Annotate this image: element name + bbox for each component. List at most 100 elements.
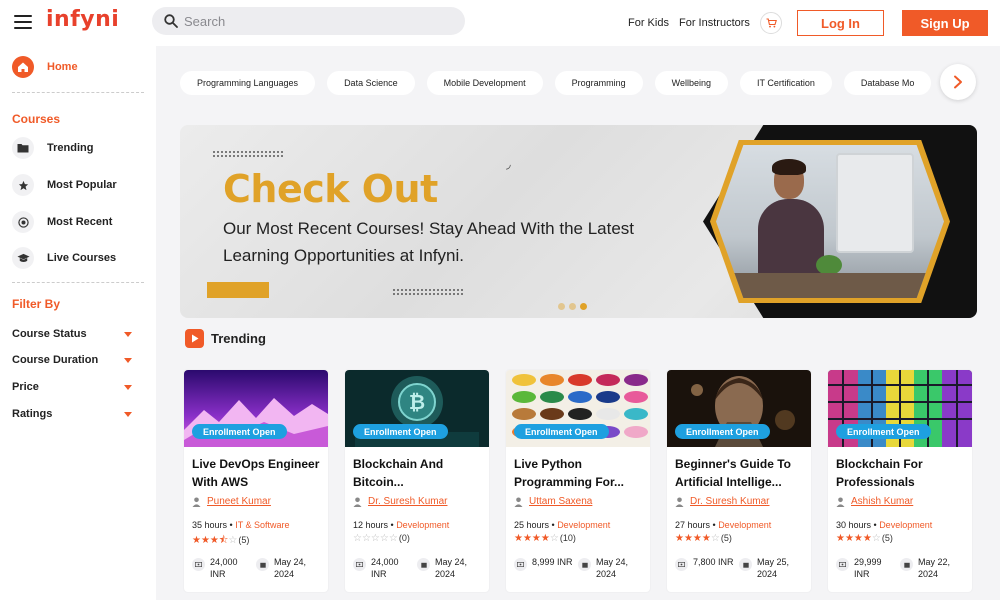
graduation-cap-icon <box>12 247 34 269</box>
course-thumbnail: ₿ Enrollment Open <box>345 370 489 447</box>
search-bar[interactable] <box>152 7 465 35</box>
filter-label: Price <box>12 381 39 393</box>
signup-button[interactable]: Sign Up <box>902 10 988 36</box>
category-chip[interactable]: Mobile Development <box>426 71 543 95</box>
calendar-icon <box>256 558 269 571</box>
category-chip[interactable]: Programming Languages <box>180 71 316 95</box>
course-hours: 27 hours <box>675 520 711 530</box>
filter-course-status[interactable]: Course Status <box>12 328 132 340</box>
course-hours: 25 hours <box>514 520 550 530</box>
course-card[interactable]: Enrollment Open Beginner's Guide To Arti… <box>667 370 811 592</box>
sidebar-item-trending[interactable]: Trending <box>12 137 93 159</box>
filter-label: Ratings <box>12 408 53 420</box>
categories-next-button[interactable] <box>940 64 976 100</box>
pager-dot[interactable] <box>558 303 565 310</box>
rating-count: (5) <box>720 533 732 543</box>
target-icon <box>12 211 34 233</box>
course-meta: 12 hours • Development <box>353 520 450 530</box>
filter-price[interactable]: Price <box>12 381 132 393</box>
chevron-down-icon <box>124 411 132 417</box>
course-category[interactable]: Development <box>557 520 610 530</box>
date-value: May 22, 2024 <box>918 557 951 579</box>
course-title: Blockchain And Bitcoin... <box>353 457 444 489</box>
course-title: Live DevOps Engineer With AWS <box>192 457 320 489</box>
home-icon <box>12 56 34 78</box>
user-icon <box>514 497 523 507</box>
sidebar-item-label: Most Popular <box>47 179 117 191</box>
sidebar-item-live-courses[interactable]: Live Courses <box>12 247 116 269</box>
hamburger-menu-icon[interactable] <box>14 15 32 29</box>
pager-dot-active[interactable] <box>580 303 587 310</box>
status-badge: Enrollment Open <box>514 424 609 439</box>
cart-button[interactable] <box>760 12 782 34</box>
decorative-dots <box>212 150 284 158</box>
category-chip[interactable]: Wellbeing <box>654 71 729 95</box>
course-date: May 24, 2024 <box>256 556 318 580</box>
course-price: 7,800 INR <box>675 556 735 571</box>
divider <box>12 92 144 93</box>
author-name[interactable]: Ashish Kumar <box>851 496 913 507</box>
course-author[interactable]: Dr. Suresh Kumar <box>353 496 447 507</box>
course-author[interactable]: Dr. Suresh Kumar <box>675 496 769 507</box>
chevron-down-icon <box>124 331 132 337</box>
sidebar-item-home[interactable]: Home <box>12 56 78 78</box>
trending-section-header: Trending <box>185 329 266 348</box>
course-meta: 25 hours • Development <box>514 520 611 530</box>
course-category[interactable]: Development <box>879 520 932 530</box>
sidebar-item-label: Live Courses <box>47 252 117 264</box>
category-chip[interactable]: Data Science <box>327 71 415 95</box>
for-kids-link[interactable]: For Kids <box>628 17 669 29</box>
status-badge: Enrollment Open <box>192 424 287 439</box>
rating-stars: ★★★★☆(10) <box>514 533 576 544</box>
promo-banner[interactable]: ◞ Check Out Our Most Recent Courses! Sta… <box>180 125 977 318</box>
category-chip[interactable]: Programming <box>554 71 643 95</box>
course-date: May 22, 2024 <box>900 556 962 580</box>
course-card[interactable]: ₿ Enrollment Open Blockchain And Bitcoin… <box>345 370 489 592</box>
money-icon <box>514 558 527 571</box>
course-category[interactable]: Development <box>718 520 771 530</box>
logo[interactable]: infyni <box>46 7 119 32</box>
for-instructors-link[interactable]: For Instructors <box>679 17 750 29</box>
rating-stars: ★★★⯪☆(5) <box>192 535 250 546</box>
course-card[interactable]: Enrollment Open Blockchain For Professio… <box>828 370 972 592</box>
course-card[interactable]: Enrollment Open Live DevOps Engineer Wit… <box>184 370 328 592</box>
star-icon <box>12 174 34 196</box>
course-category[interactable]: IT & Software <box>235 520 289 530</box>
price-value: 24,000 INR <box>371 557 399 579</box>
author-name[interactable]: Dr. Suresh Kumar <box>690 496 769 507</box>
calendar-icon <box>578 558 591 571</box>
sidebar-item-label: Trending <box>47 142 94 154</box>
course-author[interactable]: Uttam Saxena <box>514 496 592 507</box>
chevron-down-icon <box>124 357 132 363</box>
category-chip[interactable]: IT Certification <box>740 71 832 95</box>
category-chip[interactable]: Database Mo <box>843 71 932 95</box>
login-button[interactable]: Log In <box>797 10 884 36</box>
rating-stars: ☆☆☆☆☆(0) <box>353 533 410 544</box>
search-input[interactable] <box>184 13 444 29</box>
rating-count: (5) <box>881 533 893 543</box>
rating-stars: ★★★★☆(5) <box>836 533 893 544</box>
svg-text:₿: ₿ <box>409 390 425 414</box>
filter-ratings[interactable]: Ratings <box>12 408 132 420</box>
course-hours: 30 hours <box>836 520 872 530</box>
author-name[interactable]: Uttam Saxena <box>529 496 592 507</box>
user-icon <box>836 497 845 507</box>
pager-dot[interactable] <box>569 303 576 310</box>
course-author[interactable]: Puneet Kumar <box>192 496 271 507</box>
filter-course-duration[interactable]: Course Duration <box>12 354 132 366</box>
sidebar-item-most-recent[interactable]: Most Recent <box>12 211 112 233</box>
price-value: 24,000 INR <box>210 557 238 579</box>
course-category[interactable]: Development <box>396 520 449 530</box>
course-author[interactable]: Ashish Kumar <box>836 496 913 507</box>
author-name[interactable]: Dr. Suresh Kumar <box>368 496 447 507</box>
course-card[interactable]: Enrollment Open Live Python Programming … <box>506 370 650 592</box>
banner-title: Check Out <box>223 167 438 211</box>
courses-heading: Courses <box>12 112 61 126</box>
sidebar-item-label: Most Recent <box>47 216 113 228</box>
category-chips: Programming Languages Data Science Mobile … <box>180 71 950 95</box>
course-hours: 35 hours <box>192 520 228 530</box>
sidebar-item-most-popular[interactable]: Most Popular <box>12 174 117 196</box>
course-thumbnail: Enrollment Open <box>506 370 650 447</box>
date-value: May 24, 2024 <box>274 557 307 579</box>
author-name[interactable]: Puneet Kumar <box>207 496 271 507</box>
